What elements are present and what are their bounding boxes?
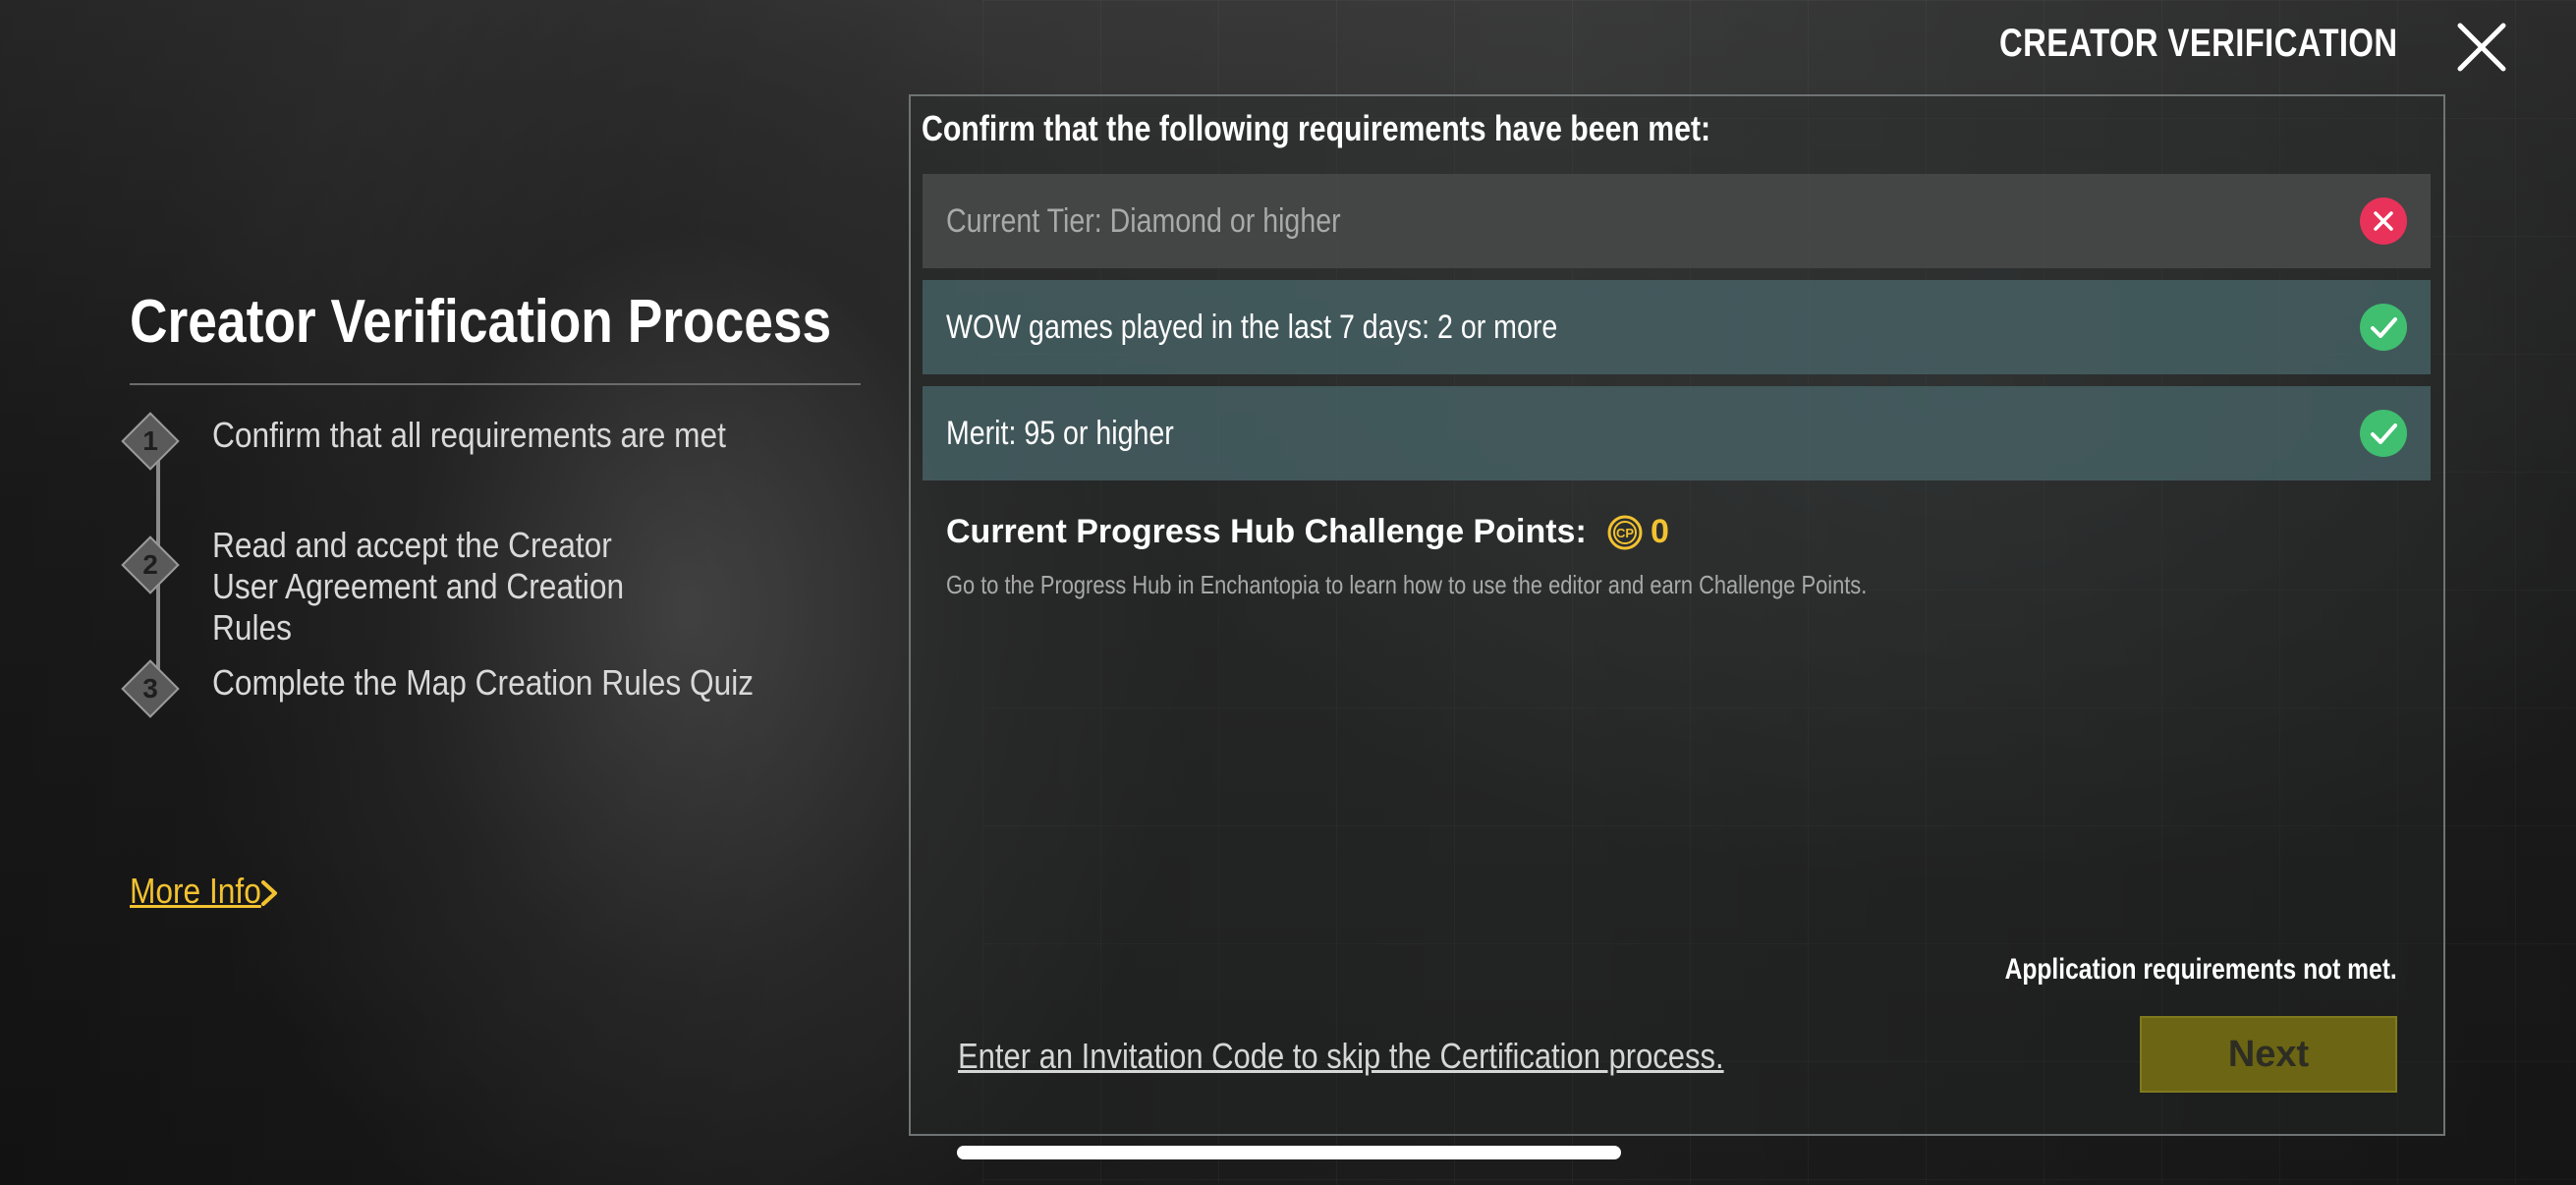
requirements-heading: Confirm that the following requirements … xyxy=(922,108,1711,148)
close-button[interactable] xyxy=(2454,20,2509,75)
requirement-label: Merit: 95 or higher xyxy=(946,415,1174,452)
more-info-link[interactable]: More Info xyxy=(130,871,261,912)
svg-text:CP: CP xyxy=(1616,526,1634,540)
requirement-row-merit: Merit: 95 or higher xyxy=(923,386,2431,480)
challenge-coin-icon: CP xyxy=(1607,515,1643,550)
requirement-row-games: WOW games played in the last 7 days: 2 o… xyxy=(923,280,2431,374)
step-number: 2 xyxy=(142,549,158,580)
step-text: Confirm that all requirements are met xyxy=(212,415,726,455)
next-button[interactable]: Next xyxy=(2140,1016,2397,1093)
step-text: Read and accept the Creator User Agreeme… xyxy=(212,525,625,648)
requirement-row-tier: Current Tier: Diamond or higher xyxy=(923,174,2431,268)
close-icon xyxy=(2457,23,2506,72)
check-circle-icon xyxy=(2360,304,2407,351)
challenge-points-description: Go to the Progress Hub in Enchantopia to… xyxy=(946,570,1868,599)
requirement-label: Current Tier: Diamond or higher xyxy=(946,202,1341,240)
invitation-code-link[interactable]: Enter an Invitation Code to skip the Cer… xyxy=(958,1036,1724,1077)
home-indicator[interactable] xyxy=(957,1146,1621,1159)
requirements-status-message: Application requirements not met. xyxy=(2004,953,2397,986)
page-title: CREATOR VERIFICATION xyxy=(1998,22,2397,65)
x-circle-icon xyxy=(2360,198,2407,245)
requirement-label: WOW games played in the last 7 days: 2 o… xyxy=(946,309,1558,346)
step-number: 3 xyxy=(142,673,158,704)
title-divider xyxy=(130,383,861,385)
step-text: Complete the Map Creation Rules Quiz xyxy=(212,662,755,703)
process-title: Creator Verification Process xyxy=(130,288,832,356)
chevron-right-svg xyxy=(261,880,277,906)
challenge-points-label: Current Progress Hub Challenge Points: xyxy=(946,513,1587,550)
step-number: 1 xyxy=(142,425,158,456)
challenge-points-value: 0 xyxy=(1651,513,1669,550)
chevron-right-icon[interactable] xyxy=(257,878,283,908)
check-circle-icon xyxy=(2360,410,2407,457)
